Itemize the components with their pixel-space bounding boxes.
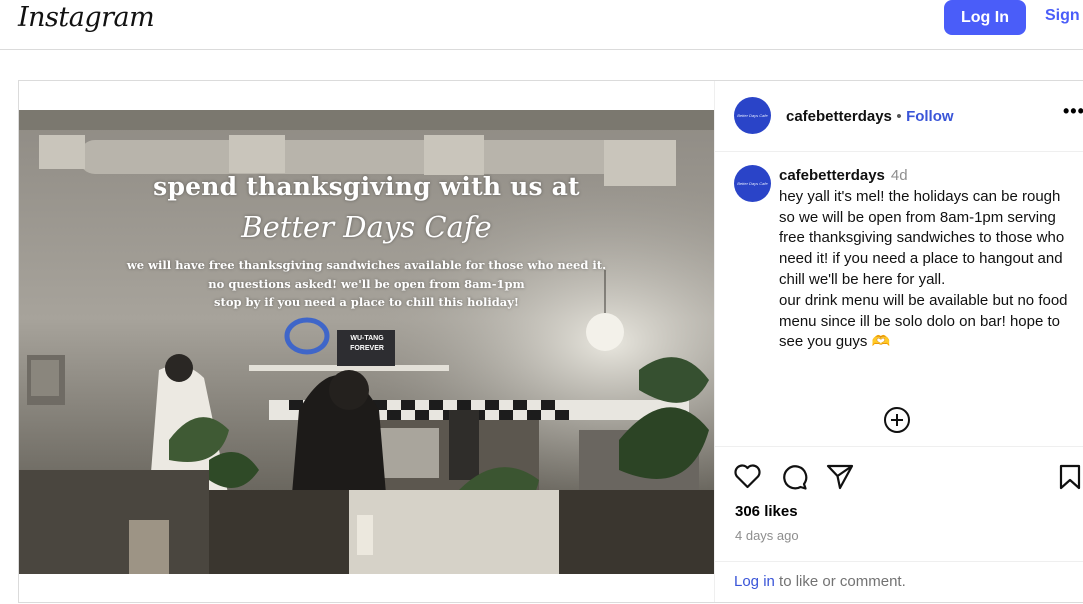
login-prompt: Log in to like or comment. xyxy=(715,561,1083,590)
wu-tang-sign: WU-TANG FOREVER xyxy=(350,335,384,352)
image-brand: Better Days Cafe xyxy=(241,210,492,244)
image-line: we will have free thanksgiving sandwiche… xyxy=(126,258,607,272)
post-header: Better Days Cafe cafebetterdays • Follow… xyxy=(715,81,1083,152)
instagram-logo[interactable]: Instagram xyxy=(18,2,155,33)
caption-avatar[interactable]: Better Days Cafe xyxy=(734,165,771,202)
add-icon[interactable] xyxy=(884,407,910,433)
login-button[interactable]: Log In xyxy=(944,0,1026,35)
avatar[interactable]: Better Days Cafe xyxy=(734,97,771,134)
signup-link[interactable]: Sign xyxy=(1045,7,1080,25)
post-header-info: cafebetterdays • Follow xyxy=(786,108,954,126)
share-icon[interactable] xyxy=(826,463,854,490)
caption-text: hey yall it's mel! the holidays can be r… xyxy=(779,187,1068,351)
image-heading: spend thanksgiving with us at xyxy=(153,172,580,201)
post-sidebar: Better Days Cafe cafebetterdays • Follow… xyxy=(714,81,1083,602)
follow-button[interactable]: Follow xyxy=(906,108,954,125)
bookmark-icon[interactable] xyxy=(1059,464,1081,490)
post-actions: 306 likes 4 days ago Log in to like or c… xyxy=(715,446,1083,602)
image-line: no questions asked! we'll be open from 8… xyxy=(208,277,525,291)
heart-icon[interactable] xyxy=(734,464,761,489)
comment-icon[interactable] xyxy=(780,463,808,491)
separator: • xyxy=(896,108,902,125)
post-card: spend thanksgiving with us at Better Day… xyxy=(18,80,1083,603)
top-bar: Instagram Log In Sign xyxy=(0,0,1083,50)
post-image[interactable]: spend thanksgiving with us at Better Day… xyxy=(19,110,714,574)
caption-username[interactable]: cafebetterdays xyxy=(779,167,885,184)
likes-count[interactable]: 306 likes xyxy=(735,503,798,520)
login-link[interactable]: Log in xyxy=(734,573,775,590)
post-media: spend thanksgiving with us at Better Day… xyxy=(19,81,714,602)
more-icon[interactable]: ••• xyxy=(1063,101,1083,122)
post-caption: cafebetterdays 4d hey yall it's mel! the … xyxy=(779,166,1079,353)
post-time[interactable]: 4 days ago xyxy=(735,528,799,543)
username[interactable]: cafebetterdays xyxy=(786,108,892,125)
login-prompt-text: to like or comment. xyxy=(774,573,906,590)
caption-age: 4d xyxy=(890,167,908,184)
image-line: stop by if you need a place to chill thi… xyxy=(214,295,519,309)
